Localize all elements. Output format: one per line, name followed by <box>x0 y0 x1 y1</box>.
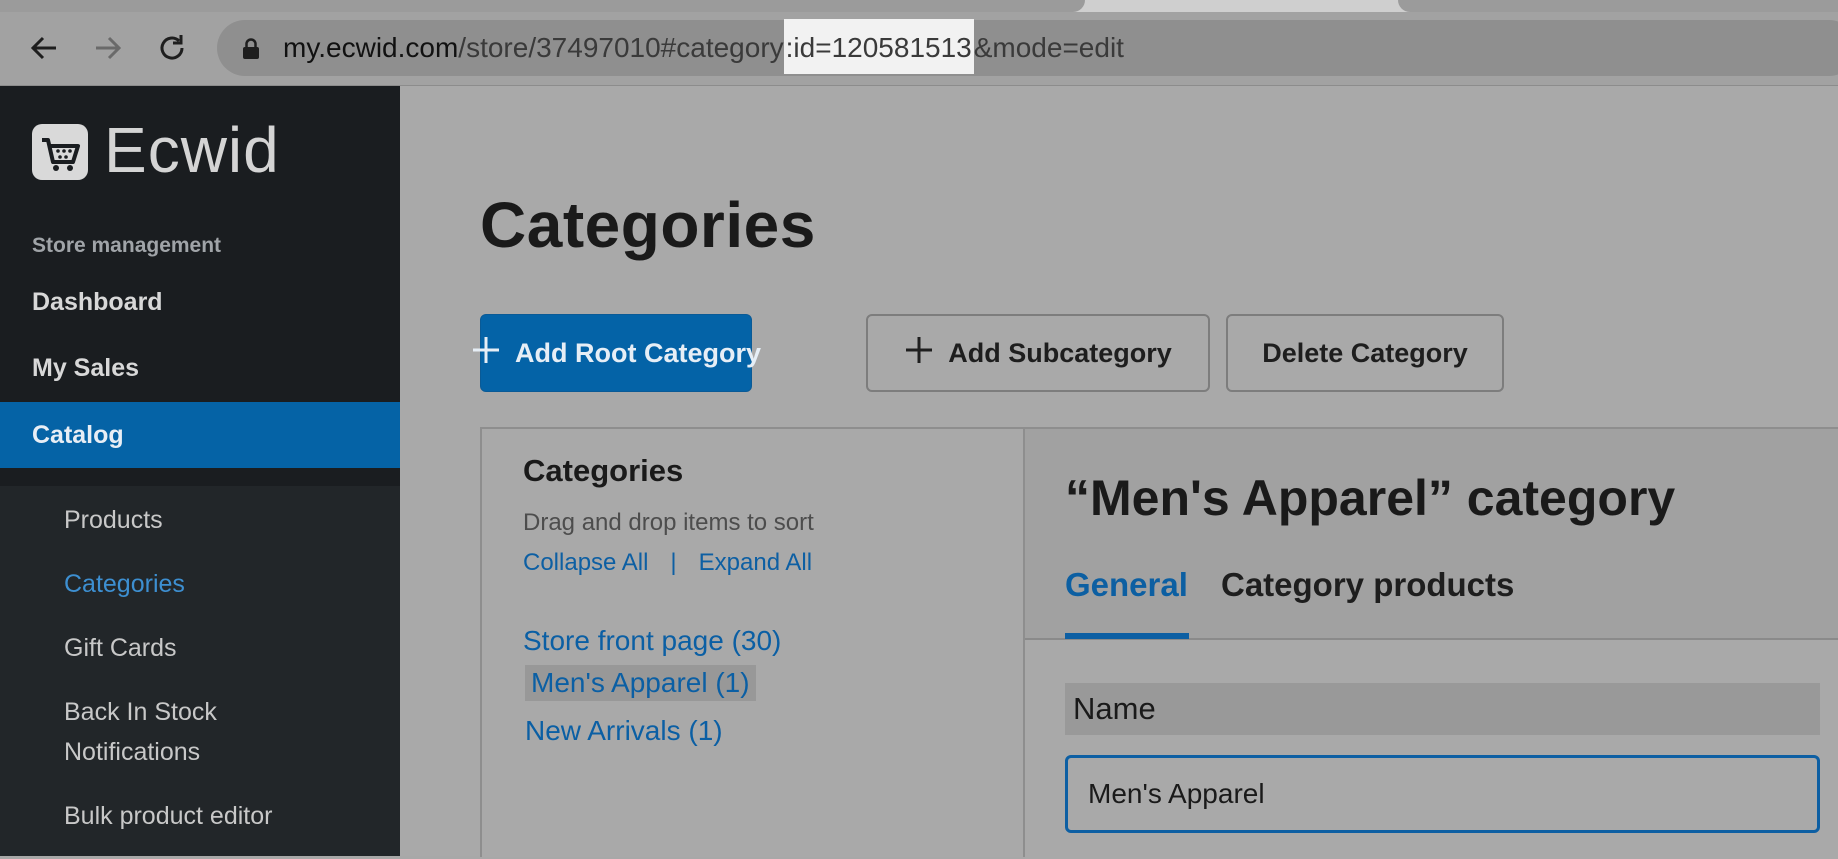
tab-general[interactable]: General <box>1065 566 1188 604</box>
tree-panel-heading: Categories <box>523 453 684 488</box>
add-root-category-label: Add Root Category <box>515 337 761 368</box>
arrow-left-icon <box>30 36 56 60</box>
category-name-input[interactable] <box>1065 755 1820 833</box>
lock-icon <box>243 38 259 59</box>
sidebar-item-dashboard[interactable]: Dashboard <box>0 269 400 335</box>
sidebar-item-catalog[interactable]: Catalog <box>0 402 400 468</box>
expand-all-link[interactable]: Expand All <box>699 549 812 576</box>
link-separator: | <box>670 549 677 576</box>
general-form: Name <box>1025 640 1838 859</box>
sidebar: Ecwid Store management Dashboard My Sale… <box>0 86 400 856</box>
forward-button[interactable] <box>88 28 128 68</box>
tree-item-mens-apparel[interactable]: Men's Apparel (1) <box>525 665 756 701</box>
page-title: Categories <box>480 189 816 261</box>
tree-item-store-front[interactable]: Store front page (30) <box>523 625 781 657</box>
subnav-item-gift-cards[interactable]: Gift Cards <box>64 628 177 668</box>
sidebar-item-my-sales[interactable]: My Sales <box>0 335 400 401</box>
add-subcategory-button[interactable]: Add Subcategory <box>866 314 1210 392</box>
url-highlight: :id=120581513 <box>783 19 974 74</box>
browser-tab[interactable] <box>1398 0 1838 12</box>
subnav-item-categories[interactable]: Categories <box>64 564 185 604</box>
plus-icon <box>471 335 501 372</box>
url-path: /store/37497010#category <box>458 32 784 63</box>
tree-controls: Collapse All | Expand All <box>523 549 812 577</box>
add-root-category-button[interactable]: Add Root Category <box>473 314 761 392</box>
tree-item-new-arrivals[interactable]: New Arrivals (1) <box>525 715 723 747</box>
section-label: Store management <box>32 234 222 257</box>
tab-category-products[interactable]: Category products <box>1221 566 1514 604</box>
url-path-end: &mode=edit <box>973 32 1124 63</box>
subnav-item-products[interactable]: Products <box>64 500 163 540</box>
active-tab-indicator <box>1065 633 1189 639</box>
reload-icon <box>160 35 184 60</box>
collapse-all-link[interactable]: Collapse All <box>523 549 648 576</box>
tree-panel-hint: Drag and drop items to sort <box>523 509 814 536</box>
reload-button[interactable] <box>152 28 192 68</box>
cart-logo-icon <box>32 124 88 180</box>
name-field-label: Name <box>1065 683 1820 735</box>
category-tree-panel: Categories Drag and drop items to sort C… <box>480 427 1024 857</box>
arrow-right-icon <box>96 36 122 60</box>
subnav-item-bulk-editor[interactable]: Bulk product editor <box>64 796 272 836</box>
url-host: my.ecwid.com <box>283 32 459 63</box>
url-text[interactable]: my.ecwid.com/store/37497010#category:id=… <box>283 19 1124 74</box>
main-content: Categories Add Root Category Add Subcate… <box>400 86 1838 859</box>
add-subcategory-label: Add Subcategory <box>948 337 1172 368</box>
catalog-subnav: Products Categories Gift Cards Back In S… <box>0 486 400 856</box>
subnav-item-back-in-stock[interactable]: Back In Stock <box>64 692 217 732</box>
browser-tab-strip <box>0 0 1838 12</box>
logo-text[interactable]: Ecwid <box>104 114 280 186</box>
browser-toolbar: my.ecwid.com/store/37497010#category:id=… <box>0 12 1838 86</box>
back-button[interactable] <box>24 28 64 68</box>
browser-tab[interactable] <box>0 0 1085 12</box>
address-bar[interactable]: my.ecwid.com/store/37497010#category:id=… <box>217 19 1838 76</box>
category-editor-panel: “Men's Apparel” category General Categor… <box>1023 427 1838 859</box>
category-title: “Men's Apparel” category <box>1065 470 1676 526</box>
subnav-item-notifications[interactable]: Notifications <box>64 732 200 772</box>
delete-category-button[interactable]: Delete Category <box>1226 314 1504 392</box>
plus-icon <box>904 335 934 372</box>
